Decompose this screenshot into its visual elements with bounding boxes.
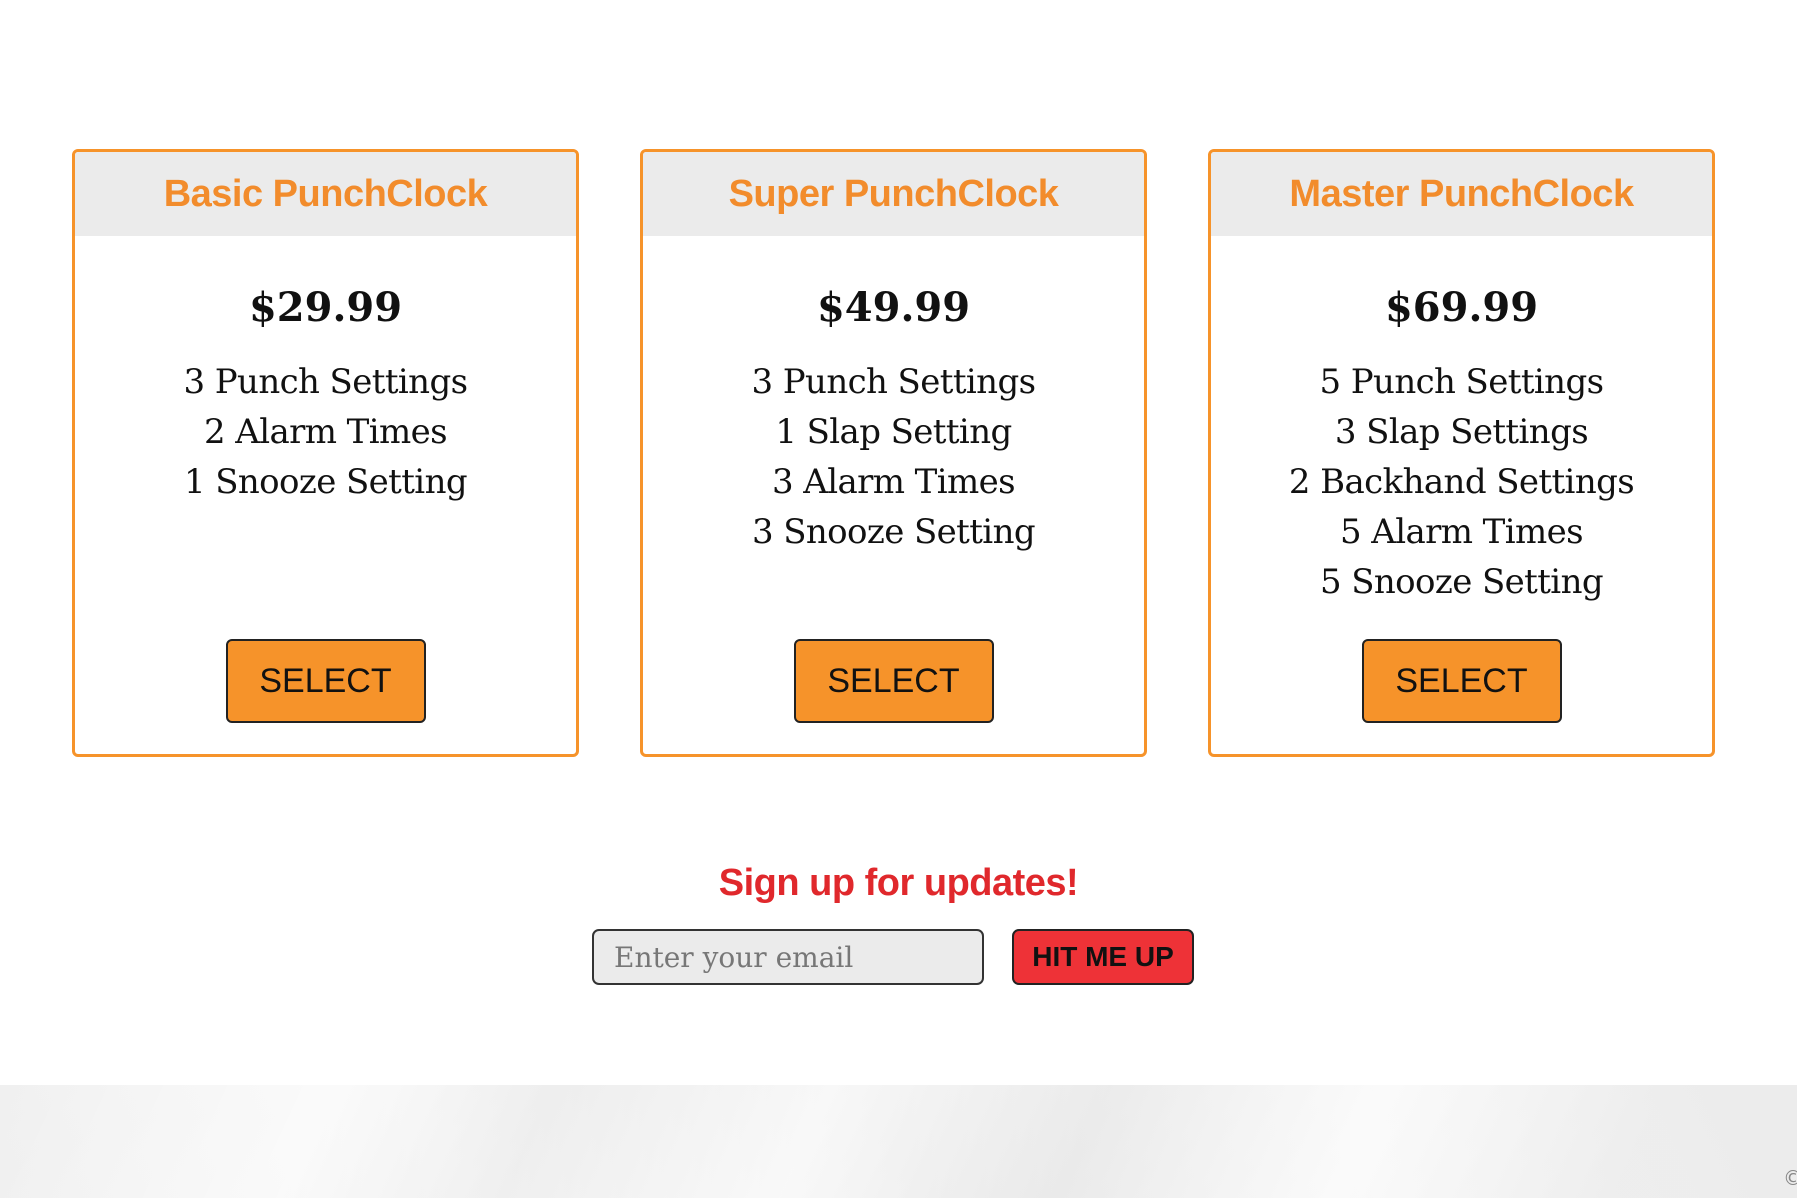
select-master-button[interactable]: SELECT [1361,639,1562,723]
feature-item: 3 Punch Settings [751,362,1037,402]
plan-price: $69.99 [1384,284,1539,331]
feature-item: 3 Punch Settings [183,362,469,402]
feature-item: 3 Snooze Setting [751,512,1036,552]
plan-header: Basic PunchClock [75,152,576,236]
email-field[interactable] [592,929,984,985]
plan-card-basic: Basic PunchClock $29.99 3 Punch Settings… [72,149,579,757]
plan-features: 5 Punch Settings 3 Slap Settings 2 Backh… [1211,357,1712,607]
plan-features: 3 Punch Settings 2 Alarm Times 1 Snooze … [75,357,576,507]
plan-price: $49.99 [816,284,971,331]
feature-item: 2 Backhand Settings [1288,462,1635,502]
select-super-button[interactable]: SELECT [793,639,994,723]
feature-item: 2 Alarm Times [204,412,448,452]
select-basic-button[interactable]: SELECT [225,639,426,723]
signup-title: Sign up for updates! [718,862,1079,904]
feature-item: 5 Punch Settings [1319,362,1605,402]
feature-item: 5 Snooze Setting [1319,562,1604,602]
plan-card-master: Master PunchClock $69.99 5 Punch Setting… [1208,149,1715,757]
signup-section: Sign up for updates! HIT ME UP [0,855,1797,985]
feature-item: 1 Snooze Setting [183,462,468,502]
pricing-page: Basic PunchClock $29.99 3 Punch Settings… [0,0,1797,1198]
plan-price: $29.99 [248,284,403,331]
plan-features: 3 Punch Settings 1 Slap Setting 3 Alarm … [643,357,1144,557]
plan-name: Basic PunchClock [163,172,488,215]
copyright-icon: © [1783,1166,1797,1190]
feature-item: 5 Alarm Times [1340,512,1584,552]
footer: © [0,1085,1797,1198]
feature-item: 3 Alarm Times [772,462,1016,502]
hit-me-up-button[interactable]: HIT ME UP [1012,929,1194,985]
plan-name: Super PunchClock [728,172,1059,215]
feature-item: 1 Slap Setting [775,412,1012,452]
plan-header: Master PunchClock [1211,152,1712,236]
plan-card-super: Super PunchClock $49.99 3 Punch Settings… [640,149,1147,757]
feature-item: 3 Slap Settings [1334,412,1589,452]
pricing-plans: Basic PunchClock $29.99 3 Punch Settings… [72,149,1717,757]
plan-name: Master PunchClock [1289,172,1634,215]
signup-form: HIT ME UP [592,929,1196,987]
plan-header: Super PunchClock [643,152,1144,236]
